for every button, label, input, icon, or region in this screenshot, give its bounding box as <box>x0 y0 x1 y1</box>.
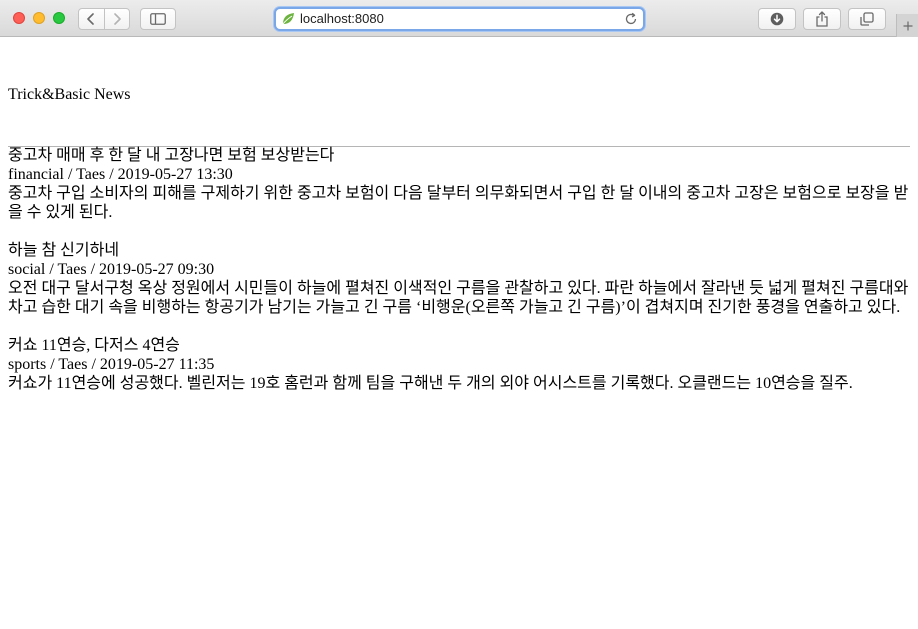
tab-overview-button[interactable] <box>848 8 886 30</box>
article-body: 오전 대구 달서구청 옥상 정원에서 시민들이 하늘에 펼쳐진 이색적인 구름을… <box>8 280 913 316</box>
minimize-window-button[interactable] <box>33 12 45 24</box>
chevron-left-icon <box>87 13 95 25</box>
article-headline: 하늘 참 신기하네 <box>8 242 120 259</box>
article-item: 중고차 매매 후 한 달 내 고장나면 보험 보상받는다 financial /… <box>8 146 910 222</box>
plus-icon <box>903 21 912 30</box>
article-body: 커쇼가 11연승에 성공했다. 벨린저는 19호 홈런과 함께 팀을 구해낸 두… <box>8 375 853 392</box>
article-headline: 커쇼 11연승, 다저스 4연승 <box>8 337 180 354</box>
download-icon <box>770 12 784 26</box>
article-item: 하늘 참 신기하네 social / Taes / 2019-05-27 09:… <box>8 241 910 317</box>
tabs-icon <box>860 12 874 26</box>
sidebar-icon <box>150 13 166 25</box>
share-icon <box>816 11 828 27</box>
forward-button[interactable] <box>105 9 130 29</box>
article-headline: 중고차 매매 후 한 달 내 고장나면 보험 보상받는다 <box>8 147 335 164</box>
address-bar[interactable]: localhost:8080 <box>274 7 645 31</box>
navigation-buttons <box>78 8 130 30</box>
maximize-window-button[interactable] <box>53 12 65 24</box>
article-body: 중고차 구입 소비자의 피해를 구제하기 위한 중고차 보험이 다음 달부터 의… <box>8 185 909 221</box>
chevron-right-icon <box>113 13 121 25</box>
address-text: localhost:8080 <box>300 11 384 26</box>
article-meta: social / Taes / 2019-05-27 09:30 <box>8 261 215 278</box>
article-meta: sports / Taes / 2019-05-27 11:35 <box>8 356 215 373</box>
downloads-button[interactable] <box>758 8 796 30</box>
reload-icon[interactable] <box>624 12 638 31</box>
article-list: 중고차 매매 후 한 달 내 고장나면 보험 보상받는다 financial /… <box>8 146 910 412</box>
new-tab-button[interactable] <box>896 14 918 37</box>
close-window-button[interactable] <box>13 12 25 24</box>
share-button[interactable] <box>803 8 841 30</box>
article-meta: financial / Taes / 2019-05-27 13:30 <box>8 166 233 183</box>
sidebar-toggle-button[interactable] <box>140 8 176 30</box>
browser-toolbar: localhost:8080 <box>0 0 918 37</box>
browser-window: localhost:8080 Trick&Basic News 중고차 매매 후… <box>0 0 918 629</box>
leaf-favicon-icon <box>281 12 295 31</box>
article-item: 커쇼 11연승, 다저스 4연승 sports / Taes / 2019-05… <box>8 336 910 393</box>
site-title: Trick&Basic News <box>8 86 131 103</box>
back-button[interactable] <box>79 9 105 29</box>
page-content: Trick&Basic News 중고차 매매 후 한 달 내 고장나면 보험 … <box>0 37 918 629</box>
